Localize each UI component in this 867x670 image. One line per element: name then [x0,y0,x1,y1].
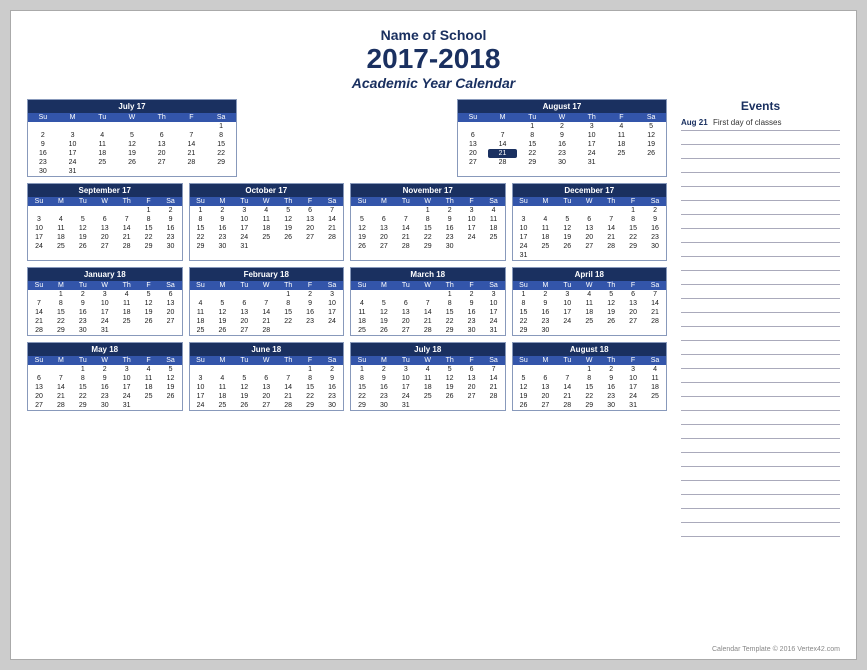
event-item [681,299,840,313]
mini-calendar: August 18SuMTuWThFSa12345678910111213141… [512,342,668,411]
mini-calendar: January 18SuMTuWThFSa1234567891011121314… [27,267,183,336]
mini-calendar: November 17SuMTuWThFSa123456789101112131… [350,183,506,261]
header: Name of School 2017-2018 Academic Year C… [27,27,840,91]
event-item [681,509,840,523]
mini-calendar: March 18SuMTuWThFSa123456789101112131415… [350,267,506,336]
event-desc: First day of classes [713,118,781,129]
mini-calendar: September 17SuMTuWThFSa12345678910111213… [27,183,183,261]
copyright: Calendar Template © 2016 Vertex42.com [712,646,840,653]
event-item [681,341,840,355]
event-item [681,481,840,495]
page: Name of School 2017-2018 Academic Year C… [10,10,857,660]
event-item [681,215,840,229]
main-content: July 17SuMTuWThFSa1234567891011121314151… [27,99,840,537]
subtitle: Academic Year Calendar [27,75,840,91]
mini-calendar: October 17SuMTuWThFSa1234567891011121314… [189,183,345,261]
calendars-section: July 17SuMTuWThFSa1234567891011121314151… [27,99,667,537]
event-item [681,257,840,271]
event-item [681,187,840,201]
event-item [681,495,840,509]
event-item [681,313,840,327]
event-item [681,425,840,439]
event-item [681,523,840,537]
mini-calendar: August 17SuMTuWThFSa12345678910111213141… [457,99,667,177]
mini-calendar: April 18SuMTuWThFSa123456789101112131415… [512,267,668,336]
event-item [681,271,840,285]
mini-calendar: July 17SuMTuWThFSa1234567891011121314151… [27,99,237,177]
event-item [681,397,840,411]
event-item [681,411,840,425]
mini-calendar: February 18SuMTuWThFSa123456789101112131… [189,267,345,336]
event-lines: Aug 21 First day of classes [681,117,840,537]
mini-calendar: July 18SuMTuWThFSa1234567891011121314151… [350,342,506,411]
event-item [681,453,840,467]
event-item [681,159,840,173]
event-item [681,145,840,159]
school-name: Name of School [27,27,840,43]
year-title: 2017-2018 [27,43,840,75]
event-item [681,229,840,243]
event-item [681,355,840,369]
event-item [681,327,840,341]
event-item [681,285,840,299]
events-section: Events Aug 21 First day of classes [675,99,840,537]
calendar-row-3: May 18SuMTuWThFSa12345678910111213141516… [27,342,667,411]
calendar-row-2: January 18SuMTuWThFSa1234567891011121314… [27,267,667,336]
calendar-row-top: July 17SuMTuWThFSa1234567891011121314151… [27,99,667,177]
event-item [681,369,840,383]
mini-calendar: May 18SuMTuWThFSa12345678910111213141516… [27,342,183,411]
event-item [681,467,840,481]
event-item [681,201,840,215]
event-item [681,439,840,453]
event-item [681,131,840,145]
events-title: Events [681,99,840,113]
mini-calendar: December 17SuMTuWThFSa123456789101112131… [512,183,668,261]
event-item [681,173,840,187]
event-item [681,243,840,257]
mini-calendar: June 18SuMTuWThFSa1234567891011121314151… [189,342,345,411]
calendar-row-1: September 17SuMTuWThFSa12345678910111213… [27,183,667,261]
event-date: Aug 21 [681,118,709,129]
event-item: Aug 21 First day of classes [681,117,840,131]
event-item [681,383,840,397]
